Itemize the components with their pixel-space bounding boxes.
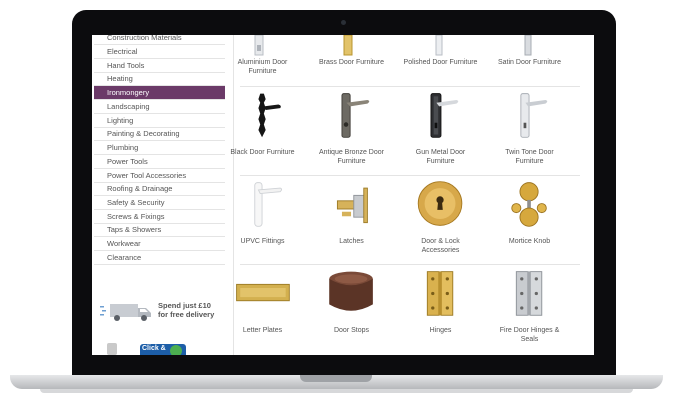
product-label: Door Stops bbox=[309, 326, 394, 335]
product-label: Latches bbox=[309, 237, 394, 246]
product-label-line1: Aluminium Door bbox=[237, 59, 288, 66]
product-label: UPVC Fittings bbox=[220, 237, 305, 246]
product-label-line1: Door Stops bbox=[333, 327, 370, 334]
product-label-line2: Seals bbox=[520, 336, 539, 343]
sidebar-item-roofing-drainage[interactable]: Roofing & Drainage bbox=[94, 182, 225, 196]
sidebar-item-ironmongery[interactable]: Ironmongery bbox=[94, 86, 225, 100]
escutcheon-icon bbox=[417, 181, 463, 226]
sidebar-item-plumbing[interactable]: Plumbing bbox=[94, 141, 225, 155]
latch-icon bbox=[336, 187, 368, 224]
product-label: Fire Door Hinges & Seals bbox=[487, 326, 572, 344]
sidebar-item-workwear[interactable]: Workwear bbox=[94, 237, 225, 251]
sidebar-item-heating[interactable]: Heating bbox=[94, 72, 225, 86]
badge-text: Click & bbox=[142, 345, 166, 352]
product-label-line2: Furniture bbox=[248, 68, 277, 75]
screen: Construction Materials Electrical Hand T… bbox=[92, 35, 594, 355]
product-label-line1: Brass Door Furniture bbox=[319, 59, 384, 66]
twintone-handle-icon bbox=[520, 93, 548, 138]
product-label-line1: Black Door Furniture bbox=[230, 149, 295, 156]
tag-icon bbox=[107, 343, 117, 355]
product-label-line1: Antique Bronze Door bbox=[319, 149, 384, 156]
free-delivery-banner[interactable]: Spend just £10 for free delivery bbox=[100, 299, 225, 325]
gunmetal-handle-icon bbox=[430, 93, 459, 138]
sidebar-item-power-tools[interactable]: Power Tools bbox=[94, 155, 225, 169]
product-label: Polished Door Furniture bbox=[398, 58, 483, 67]
delivery-van-icon bbox=[100, 304, 151, 321]
bronze-handle-icon bbox=[341, 93, 370, 138]
product-label: Letter Plates bbox=[220, 326, 305, 335]
laptop-shadow bbox=[40, 389, 633, 393]
sidebar-item-electrical[interactable]: Electrical bbox=[94, 45, 225, 59]
product-label: Hinges bbox=[398, 326, 483, 335]
product-label-line1: Door & Lock bbox=[421, 238, 460, 245]
product-label-line1: Polished Door Furniture bbox=[403, 59, 478, 66]
fire-hinge-icon bbox=[515, 271, 543, 316]
product-label-line1: Twin Tone Door bbox=[505, 149, 554, 156]
product-label-line1: Satin Door Furniture bbox=[497, 59, 562, 66]
product-label: Brass Door Furniture bbox=[309, 58, 394, 67]
product-label-line1: Latches bbox=[339, 238, 364, 245]
row-divider bbox=[240, 86, 580, 87]
product-label: Door & Lock Accessories bbox=[398, 237, 483, 255]
product-label-line1: Letter Plates bbox=[242, 327, 283, 334]
category-sidebar: Construction Materials Electrical Hand T… bbox=[92, 35, 227, 355]
webcam bbox=[341, 20, 346, 25]
delivery-line-1: Spend just £10 bbox=[158, 301, 211, 310]
product-label-line2: Accessories bbox=[421, 247, 460, 254]
click-collect-badge[interactable]: Click & bbox=[140, 344, 186, 355]
laptop-notch bbox=[300, 375, 372, 382]
badge-circle-icon bbox=[170, 345, 182, 355]
product-label-line1: UPVC Fittings bbox=[240, 238, 285, 245]
product-label: Aluminium Door Furniture bbox=[220, 58, 305, 76]
product-label-line1: Gun Metal Door bbox=[415, 149, 466, 156]
product-label: Black Door Furniture bbox=[220, 148, 305, 157]
product-label-line2: Furniture bbox=[515, 158, 544, 165]
door-stop-icon bbox=[329, 271, 373, 311]
product-label-line1: Mortice Knob bbox=[508, 238, 551, 245]
product-label: Gun Metal Door Furniture bbox=[398, 148, 483, 166]
delivery-line-2: for free delivery bbox=[158, 310, 215, 319]
sidebar-item-lighting[interactable]: Lighting bbox=[94, 114, 225, 128]
product-label-line1: Fire Door Hinges & bbox=[499, 327, 560, 334]
sidebar-item-screws-fixings[interactable]: Screws & Fixings bbox=[94, 210, 225, 224]
row-divider bbox=[240, 175, 580, 176]
delivery-text: Spend just £10 for free delivery bbox=[158, 301, 214, 319]
row-divider bbox=[240, 264, 580, 265]
sidebar-item-hand-tools[interactable]: Hand Tools bbox=[94, 59, 225, 73]
upvc-handle-icon bbox=[254, 182, 283, 227]
product-label: Antique Bronze Door Furniture bbox=[309, 148, 394, 166]
black-handle-icon bbox=[258, 93, 281, 138]
mortice-knob-icon bbox=[511, 182, 547, 227]
sidebar-item-painting-decorating[interactable]: Painting & Decorating bbox=[94, 127, 225, 141]
brass-hinge-icon bbox=[426, 271, 454, 316]
product-label: Satin Door Furniture bbox=[487, 58, 572, 67]
product-label-line2: Furniture bbox=[426, 158, 455, 165]
product-label: Mortice Knob bbox=[487, 237, 572, 246]
sidebar-item-taps-showers[interactable]: Taps & Showers bbox=[94, 223, 225, 237]
sidebar-item-safety-security[interactable]: Safety & Security bbox=[94, 196, 225, 210]
sidebar-item-construction-materials[interactable]: Construction Materials bbox=[94, 35, 225, 45]
sidebar-item-power-tool-accessories[interactable]: Power Tool Accessories bbox=[94, 169, 225, 183]
product-label-line1: Hinges bbox=[429, 327, 452, 334]
sidebar-item-landscaping[interactable]: Landscaping bbox=[94, 100, 225, 114]
product-label-line2: Furniture bbox=[337, 158, 366, 165]
letter-plate-icon bbox=[236, 283, 290, 302]
sidebar-item-clearance[interactable]: Clearance bbox=[94, 251, 225, 265]
product-label: Twin Tone Door Furniture bbox=[487, 148, 572, 166]
